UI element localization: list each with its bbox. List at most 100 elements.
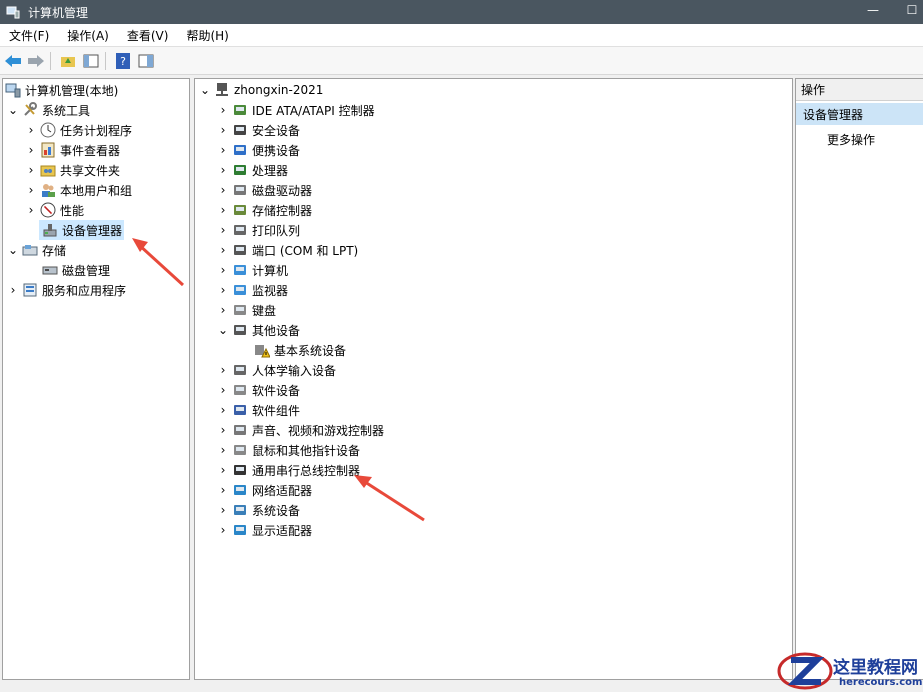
chevron-right-icon[interactable]: › [217,463,229,477]
device-category-item[interactable]: › 显示适配器 [217,520,312,540]
chevron-right-icon[interactable]: › [25,123,37,137]
menu-view[interactable]: 查看(V) [118,27,178,44]
device-category-item[interactable]: › 打印队列 [217,220,300,240]
tree-system-tools[interactable]: ⌄ 系统工具 [7,100,90,120]
warning-device-icon [254,342,270,358]
chevron-right-icon[interactable]: › [217,143,229,157]
device-category-item[interactable]: › 人体学输入设备 [217,360,336,380]
chevron-right-icon[interactable]: › [217,383,229,397]
computer-icon [232,262,248,278]
ide-controller-icon [232,102,248,118]
device-category-item[interactable]: › 端口 (COM 和 LPT) [217,240,359,260]
annotation-arrow-device-manager [132,238,185,287]
device-category-item[interactable]: › 计算机 [217,260,288,280]
storage-controller-icon [232,202,248,218]
tree-shared-folders[interactable]: › 共享文件夹 [25,160,120,180]
device-category-item[interactable]: › 磁盘驱动器 [217,180,312,200]
device-category-item[interactable]: › 系统设备 [217,500,300,520]
tree-event-viewer[interactable]: › 事件查看器 [25,140,120,160]
services-icon [22,282,38,298]
chevron-right-icon[interactable]: › [25,183,37,197]
printer-icon [232,222,248,238]
chevron-right-icon[interactable]: › [217,483,229,497]
mouse-icon [232,442,248,458]
chevron-down-icon[interactable]: ⌄ [199,83,211,97]
device-category-item[interactable]: › 软件组件 [217,400,300,420]
show-hide-tree-icon[interactable] [81,51,101,71]
chevron-down-icon[interactable]: ⌄ [7,243,19,257]
system-tools-icon [22,102,38,118]
device-basic-system-device[interactable]: 基本系统设备 [251,340,346,360]
up-folder-icon[interactable] [58,51,78,71]
back-arrow-icon[interactable] [3,51,23,71]
network-adapter-icon [232,482,248,498]
usb-icon [232,462,248,478]
chevron-right-icon[interactable]: › [217,103,229,117]
window-title: 计算机管理 [28,5,89,20]
minimize-icon[interactable]: — [866,4,880,17]
actions-device-manager[interactable]: 设备管理器 [796,103,923,125]
tree-root[interactable]: 计算机管理(本地) [5,80,118,100]
maximize-icon[interactable]: ☐ [905,4,919,17]
chevron-right-icon[interactable]: › [25,203,37,217]
sound-icon [232,422,248,438]
tree-disk-management[interactable]: 磁盘管理 [39,260,110,280]
chevron-right-icon[interactable]: › [217,523,229,537]
device-category-item[interactable]: › 鼠标和其他指针设备 [217,440,360,460]
device-category-item[interactable]: › 安全设备 [217,120,300,140]
chevron-right-icon[interactable]: › [217,123,229,137]
tree-storage[interactable]: ⌄ 存储 [7,240,66,260]
device-category-item[interactable]: › 键盘 [217,300,276,320]
display-adapter-icon [232,522,248,538]
help-icon[interactable]: ? [113,51,133,71]
device-category-item[interactable]: ⌄ 其他设备 [217,320,300,340]
tree-services-apps[interactable]: › 服务和应用程序 [7,280,126,300]
chevron-right-icon[interactable]: › [25,163,37,177]
device-category-item[interactable]: › 通用串行总线控制器 [217,460,360,480]
chevron-right-icon[interactable]: › [7,283,19,297]
chevron-right-icon[interactable]: › [217,503,229,517]
users-icon [40,182,56,198]
chevron-right-icon[interactable]: › [217,183,229,197]
properties-pane-icon[interactable] [136,51,156,71]
chevron-right-icon[interactable]: › [217,363,229,377]
disk-management-icon [42,262,58,278]
menu-help[interactable]: 帮助(H) [177,27,237,44]
device-category-item[interactable]: › 声音、视频和游戏控制器 [217,420,384,440]
chevron-right-icon[interactable]: › [217,283,229,297]
device-tree-root[interactable]: ⌄ zhongxin-2021 [199,80,323,100]
tree-device-manager[interactable]: 设备管理器 [39,220,125,240]
menu-action[interactable]: 操作(A) [58,27,118,44]
device-category-item[interactable]: › IDE ATA/ATAPI 控制器 [217,100,375,120]
chevron-right-icon[interactable]: › [25,143,37,157]
chevron-down-icon[interactable]: ⌄ [7,103,19,117]
chevron-right-icon[interactable]: › [217,163,229,177]
watermark-logo-icon [777,652,833,690]
actions-pane: 操作 设备管理器 更多操作 [795,78,923,680]
device-category-item[interactable]: › 网络适配器 [217,480,312,500]
chevron-right-icon[interactable]: › [217,203,229,217]
tree-performance[interactable]: › 性能 [25,200,84,220]
device-category-item[interactable]: › 监视器 [217,280,288,300]
chevron-right-icon[interactable]: › [217,223,229,237]
menu-file[interactable]: 文件(F) [0,27,58,44]
more-actions-link[interactable]: 更多操作 [827,129,875,149]
chevron-down-icon[interactable]: ⌄ [217,323,229,337]
chevron-right-icon[interactable]: › [217,263,229,277]
device-category-item[interactable]: › 处理器 [217,160,288,180]
toolbar-divider [105,51,106,70]
tree-local-users[interactable]: › 本地用户和组 [25,180,132,200]
chevron-right-icon[interactable]: › [217,403,229,417]
device-category-item[interactable]: › 软件设备 [217,380,300,400]
chevron-right-icon[interactable]: › [217,303,229,317]
forward-arrow-icon[interactable] [26,51,46,71]
chevron-right-icon[interactable]: › [217,443,229,457]
chevron-right-icon[interactable]: › [217,423,229,437]
annotation-arrow-usb-controller [354,475,425,522]
device-category-item[interactable]: › 存储控制器 [217,200,312,220]
tree-task-scheduler[interactable]: › 任务计划程序 [25,120,132,140]
portable-device-icon [232,142,248,158]
chevron-right-icon[interactable]: › [217,243,229,257]
svg-text:?: ? [120,55,126,68]
device-category-item[interactable]: › 便携设备 [217,140,300,160]
